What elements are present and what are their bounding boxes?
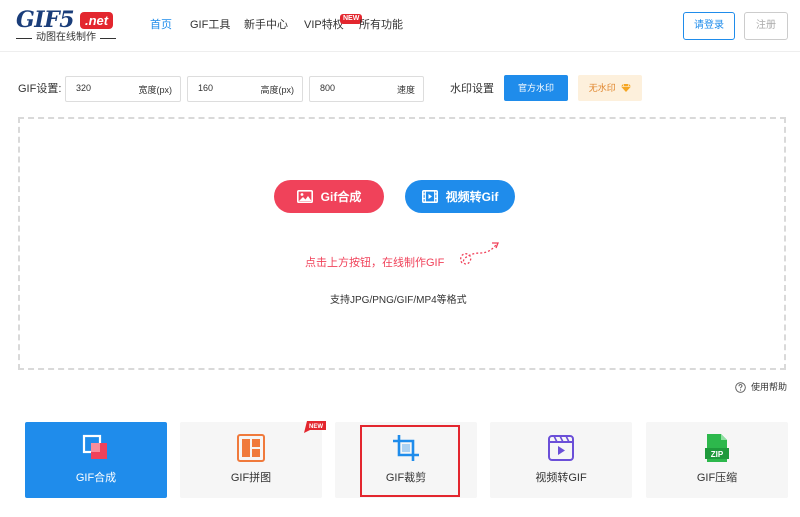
height-value: 160 [198,83,214,93]
gif-compose-icon [81,433,111,463]
nav-home[interactable]: 首页 [150,18,172,32]
width-unit: 宽度(px) [138,85,173,95]
logo-main-text: GIF5 [16,7,75,33]
help-link[interactable]: 使用帮助 [735,381,787,393]
width-field[interactable]: 320 宽度(px) [65,76,181,102]
nav-beginner[interactable]: 新手中心 [244,18,288,32]
logo-net-badge: .net [80,12,114,29]
speed-field[interactable]: 800 速度 [309,76,424,102]
no-watermark-label: 无水印 [588,83,616,93]
new-badge: NEW [304,420,326,438]
card-video-to-gif[interactable]: 视频转GIF [490,422,632,498]
watermark-label: 水印设置 [450,83,494,95]
speed-value: 800 [320,83,336,93]
login-button[interactable]: 请登录 [683,12,735,40]
collage-icon [236,433,266,463]
card-gif-collage-label: GIF拼图 [230,472,272,484]
selection-highlight [360,425,460,497]
supported-formats: 支持JPG/PNG/GIF/MP4等格式 [330,295,467,306]
zip-file-icon: ZIP [702,433,732,463]
help-label: 使用帮助 [751,382,788,392]
video-icon [546,433,576,463]
official-watermark-button[interactable]: 官方水印 [504,75,568,101]
zip-icon-text: ZIP [711,450,724,459]
height-unit: 高度(px) [260,85,295,95]
card-gif-compress[interactable]: ZIP GIF压缩 [646,422,788,498]
gif-settings-label: GIF设置: [18,83,62,95]
upload-dropzone[interactable]: Gif合成 视频转Gif 点击上方按钮，在线制作GIF 支持JPG/PNG/GI… [18,117,786,370]
nav-gif-tools[interactable]: GIF工具 [190,18,230,32]
card-gif-compress-label: GIF压缩 [696,472,738,484]
height-field[interactable]: 160 高度(px) [187,76,303,102]
nav-all-features[interactable]: 所有功能 [359,18,403,32]
register-button[interactable]: 注册 [744,12,788,40]
card-video-to-gif-label: 视频转GIF [535,472,587,484]
speed-unit: 速度 [396,85,415,95]
header: GIF5 .net 动图在线制作 首页 GIF工具 新手中心 VIP特权 NEW… [0,0,800,52]
upload-hint: 点击上方按钮，在线制作GIF [305,257,445,269]
gif-compose-button[interactable]: Gif合成 [274,180,384,213]
card-gif-compose[interactable]: GIF合成 [25,422,167,498]
film-icon [421,190,438,203]
nav-vip[interactable]: VIP特权 [304,18,344,32]
width-value: 320 [76,83,92,93]
video-to-gif-button[interactable]: 视频转Gif [405,180,515,213]
image-icon [296,190,313,203]
card-gif-collage[interactable]: NEW GIF拼图 [180,421,326,498]
no-watermark-button[interactable]: 无水印 [578,75,642,101]
new-badge-text: NEW [309,424,323,430]
gif-compose-label: Gif合成 [320,190,362,204]
question-circle-icon [735,381,746,393]
site-logo[interactable]: GIF5 .net 动图在线制作 [16,9,116,43]
curly-arrow-icon [458,241,502,276]
video-to-gif-label: 视频转Gif [445,190,499,204]
logo-subtitle: 动图在线制作 [16,32,116,44]
card-gif-compose-label: GIF合成 [75,472,117,484]
diamond-icon [621,76,632,102]
